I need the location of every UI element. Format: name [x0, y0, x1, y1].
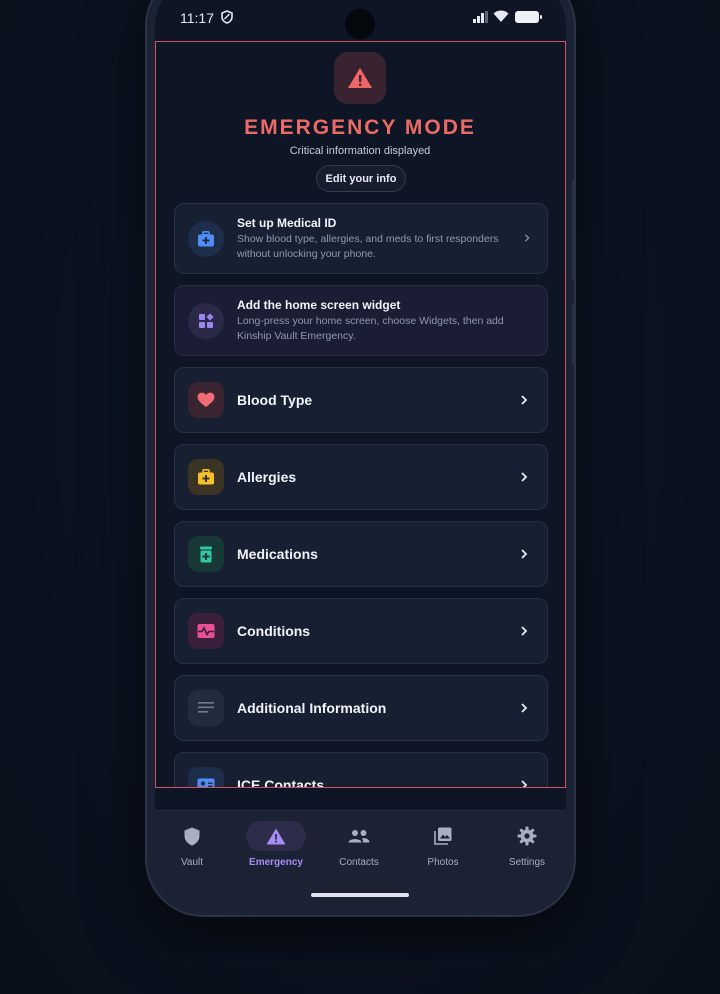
front-camera	[345, 9, 375, 39]
nav-settings-pill	[497, 821, 557, 851]
page-title: EMERGENCY MODE	[244, 116, 476, 139]
section-ice-contacts[interactable]: ICE Contacts	[174, 752, 548, 788]
section-blood-type[interactable]: Blood Type	[174, 367, 548, 433]
volume-button	[572, 180, 576, 280]
status-bar: 11:17	[155, 0, 566, 39]
card-description: Show blood type, allergies, and meds to …	[237, 233, 499, 260]
section-label: Medications	[237, 546, 318, 562]
allergies-icon-wrap	[188, 459, 224, 495]
chevron-right-icon	[521, 472, 528, 482]
nav-photos[interactable]: Photos	[403, 811, 483, 871]
pulse-icon	[197, 624, 215, 638]
medication-icon	[200, 546, 212, 562]
chevron-right-icon	[521, 626, 528, 636]
nav-vault[interactable]: Vault	[155, 811, 232, 871]
section-additional-information[interactable]: Additional Information	[174, 675, 548, 741]
medical-bag-icon	[198, 231, 214, 247]
battery-icon	[515, 11, 542, 23]
nav-contacts[interactable]: Contacts	[319, 811, 399, 871]
card-description: Long-press your home screen, choose Widg…	[237, 315, 504, 342]
section-label: Blood Type	[237, 392, 313, 408]
section-label: Allergies	[237, 469, 297, 485]
nav-emergency[interactable]: Emergency	[236, 811, 316, 871]
people-icon	[348, 830, 370, 843]
section-medications[interactable]: Medications	[174, 521, 548, 587]
widgets-icon	[199, 313, 214, 328]
photos-icon	[434, 827, 452, 845]
nav-label: Settings	[508, 857, 546, 868]
warning-icon	[348, 68, 372, 88]
signal-icon	[473, 11, 488, 23]
section-allergies[interactable]: Allergies	[174, 444, 548, 510]
nav-label: Contacts	[339, 857, 379, 868]
conditions-icon-wrap	[188, 613, 224, 649]
emergency-badge	[334, 52, 386, 104]
nav-vault-pill	[162, 821, 222, 851]
widget-icon-wrap	[188, 303, 224, 339]
heart-icon	[197, 392, 215, 407]
section-label: ICE Contacts	[237, 777, 325, 788]
phone-screen: 11:17 EMERGENCY MODE Critical informatio…	[155, 0, 566, 907]
status-time: 11:17	[180, 10, 214, 26]
emergency-content: EMERGENCY MODE Critical information disp…	[155, 41, 566, 788]
shield-icon	[184, 827, 200, 845]
chevron-right-icon	[521, 395, 528, 405]
chevron-right-icon	[521, 549, 528, 559]
ice-contacts-icon-wrap	[188, 767, 224, 787]
chevron-right-icon	[521, 703, 528, 713]
section-label: Additional Information	[237, 700, 387, 716]
medications-icon-wrap	[188, 536, 224, 572]
medical-bag-icon	[198, 469, 214, 485]
chevron-right-icon	[521, 780, 528, 787]
nav-label: Photos	[427, 857, 459, 868]
medical-id-icon-wrap	[188, 221, 224, 257]
wifi-icon	[493, 10, 509, 22]
card-title: Set up Medical ID	[237, 216, 337, 230]
nav-label: Emergency	[249, 857, 303, 868]
setup-medical-id-card[interactable]: Set up Medical ID Show blood type, aller…	[174, 203, 548, 274]
warning-icon	[266, 828, 286, 844]
section-label: Conditions	[237, 623, 311, 639]
notes-icon	[198, 702, 214, 713]
shield-status-icon	[221, 10, 233, 24]
edit-info-button[interactable]: Edit your info	[316, 165, 406, 192]
home-indicator[interactable]	[311, 893, 409, 897]
power-button	[572, 303, 576, 365]
nav-emergency-pill	[246, 821, 306, 851]
nav-settings[interactable]: Settings	[487, 811, 566, 871]
bottom-navigation: Vault Emergency Contacts Photos Settings	[155, 810, 566, 907]
card-title: Add the home screen widget	[237, 298, 401, 312]
page-subtitle: Critical information displayed	[289, 145, 431, 157]
chevron-right-icon	[524, 234, 530, 242]
contact-card-icon	[197, 778, 215, 787]
nav-photos-pill	[413, 821, 473, 851]
gear-icon	[517, 826, 537, 846]
nav-contacts-pill	[329, 821, 389, 851]
additional-info-icon-wrap	[188, 690, 224, 726]
blood-type-icon-wrap	[188, 382, 224, 418]
home-widget-card[interactable]: Add the home screen widget Long-press yo…	[174, 285, 548, 356]
section-conditions[interactable]: Conditions	[174, 598, 548, 664]
nav-label: Vault	[180, 857, 204, 868]
